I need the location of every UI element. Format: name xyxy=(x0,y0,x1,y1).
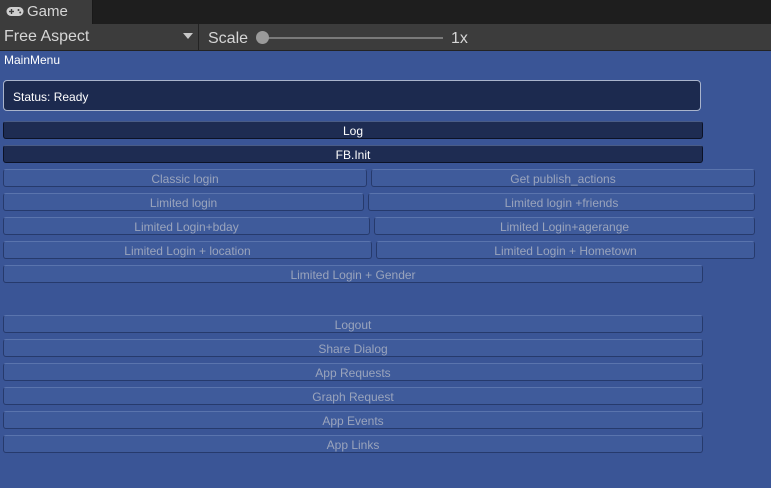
fb-init-button[interactable]: FB.Init xyxy=(3,145,703,163)
publish-actions-button[interactable]: Get publish_actions xyxy=(371,169,755,187)
gamepad-icon xyxy=(6,7,24,16)
main-menu-title: MainMenu xyxy=(4,53,61,67)
tab-game[interactable]: Game xyxy=(0,0,93,24)
editor-tab-bar: Game xyxy=(0,0,771,24)
status-text: Status: Ready xyxy=(13,90,89,104)
app-events-button[interactable]: App Events xyxy=(3,411,703,429)
limited-login-location-button[interactable]: Limited Login + location xyxy=(3,241,372,259)
scale-slider-track[interactable] xyxy=(263,37,443,39)
limited-login-hometown-button[interactable]: Limited Login + Hometown xyxy=(376,241,755,259)
graph-request-button[interactable]: Graph Request xyxy=(3,387,703,405)
share-dialog-button[interactable]: Share Dialog xyxy=(3,339,703,357)
log-button[interactable]: Log xyxy=(3,121,703,139)
app-requests-button[interactable]: App Requests xyxy=(3,363,703,381)
game-view-toolbar: Free Aspect Scale 1x xyxy=(0,24,771,51)
classic-login-button[interactable]: Classic login xyxy=(3,169,367,187)
limited-login-button[interactable]: Limited login xyxy=(3,193,364,211)
aspect-dropdown[interactable]: Free Aspect xyxy=(0,24,199,50)
limited-login-bday-button[interactable]: Limited Login+bday xyxy=(3,217,370,235)
scale-label: Scale xyxy=(208,30,249,47)
limited-login-agerange-button[interactable]: Limited Login+agerange xyxy=(374,217,755,235)
status-box: Status: Ready xyxy=(3,80,701,111)
scale-value: 1x xyxy=(451,30,468,47)
limited-login-gender-button[interactable]: Limited Login + Gender xyxy=(3,265,703,283)
app-links-button[interactable]: App Links xyxy=(3,435,703,453)
aspect-dropdown-label: Free Aspect xyxy=(4,28,90,45)
logout-button[interactable]: Logout xyxy=(3,315,703,333)
tab-game-label: Game xyxy=(27,3,68,20)
chevron-down-icon xyxy=(183,33,193,39)
limited-login-friends-button[interactable]: Limited login +friends xyxy=(368,193,755,211)
scale-slider-handle[interactable] xyxy=(256,31,269,44)
